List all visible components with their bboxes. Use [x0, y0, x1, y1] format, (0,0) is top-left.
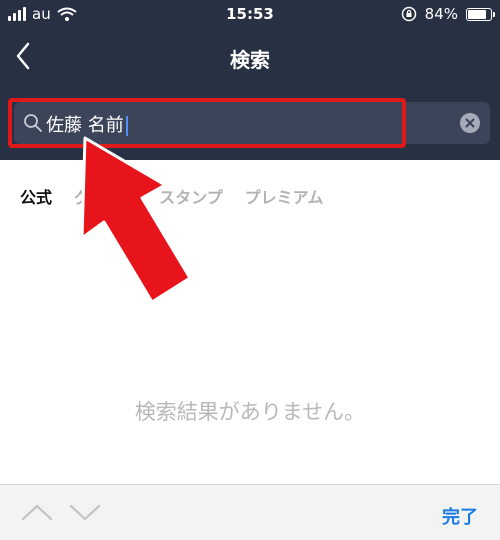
tab-stamps[interactable]: スタンプ	[159, 184, 223, 208]
empty-results-message: 検索結果がありません。	[134, 400, 366, 424]
clear-icon[interactable]	[460, 113, 480, 133]
search-icon	[24, 114, 42, 132]
text-caret	[125, 116, 128, 136]
search-value[interactable]: 佐藤 名前	[46, 111, 128, 137]
header: au 15:53 84% 検索 佐藤 名前	[0, 0, 500, 160]
battery-icon	[466, 7, 495, 21]
status-right: 84%	[401, 5, 495, 23]
battery-fill	[468, 9, 486, 19]
chevron-down-icon[interactable]	[68, 501, 102, 523]
status-bar: au 15:53 84%	[0, 0, 500, 30]
keyboard-toolbar: 完了	[0, 484, 500, 540]
chevron-up-icon[interactable]	[20, 501, 54, 523]
done-button[interactable]: 完了	[442, 503, 478, 529]
page-title: 検索	[230, 48, 270, 72]
search-input[interactable]: 佐藤 名前	[14, 102, 490, 144]
tab-groups[interactable]: グループ	[74, 184, 137, 208]
orientation-lock-icon	[401, 6, 416, 22]
battery-percent: 84%	[424, 5, 458, 23]
tabs: 公式 グループ スタンプ プレミアム	[20, 184, 323, 208]
tab-premium[interactable]: プレミアム	[245, 184, 324, 208]
tab-official[interactable]: 公式	[20, 184, 52, 208]
